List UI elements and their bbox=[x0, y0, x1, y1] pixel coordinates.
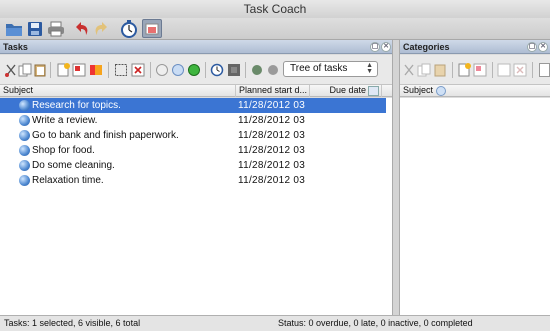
task-subject: Go to bank and finish paperwork. bbox=[32, 130, 179, 141]
stop-icon[interactable] bbox=[227, 63, 241, 77]
categories-column-header: Subject bbox=[400, 85, 550, 97]
gray-dot-icon[interactable] bbox=[266, 63, 280, 77]
tasks-panel-close-icon[interactable]: ✕ bbox=[381, 42, 391, 52]
status-bar: Tasks: 1 selected, 6 visible, 6 total St… bbox=[0, 315, 550, 331]
status-right: Status: 0 overdue, 0 late, 0 inactive, 0… bbox=[278, 318, 473, 328]
task-subject: Write a review. bbox=[32, 115, 98, 126]
blue-circle-icon[interactable] bbox=[171, 63, 185, 77]
color-icon[interactable] bbox=[89, 63, 103, 77]
task-subject: Shop for food. bbox=[32, 145, 95, 156]
task-subject: Do some cleaning. bbox=[32, 160, 115, 171]
task-status-icon bbox=[19, 130, 30, 141]
task-planned-start: 11/28/2012 03 bbox=[238, 115, 306, 126]
task-subject: Research for topics. bbox=[32, 100, 121, 111]
view-mode-value: Tree of tasks bbox=[290, 63, 348, 74]
view-mode-select[interactable]: Tree of tasks ▲ ▼ bbox=[283, 61, 378, 77]
tasks-column-header: Subject Planned start d... Due date bbox=[0, 85, 392, 97]
delete-category-icon[interactable] bbox=[513, 63, 527, 77]
category-cut-icon[interactable] bbox=[402, 63, 416, 77]
category-copy-icon[interactable] bbox=[417, 63, 431, 77]
categories-panel-title: Categories bbox=[403, 42, 450, 52]
paste-icon[interactable] bbox=[33, 63, 47, 77]
table-row[interactable]: Go to bank and finish paperwork. 11/28/20… bbox=[0, 128, 386, 143]
task-planned-start: 11/28/2012 03 bbox=[238, 145, 306, 156]
task-planned-start: 11/28/2012 03 bbox=[238, 160, 306, 171]
tasks-panel-header: Tasks ▢ ✕ bbox=[0, 40, 392, 54]
categories-toolbar bbox=[400, 55, 550, 85]
panel-splitter[interactable] bbox=[392, 40, 400, 315]
task-status-icon bbox=[19, 160, 30, 171]
main-toolbar bbox=[0, 18, 550, 40]
categories-panel-header: Categories ▢ ✕ bbox=[400, 40, 550, 54]
edit-category-icon[interactable] bbox=[497, 63, 511, 77]
task-status-icon bbox=[19, 115, 30, 126]
open-icon[interactable] bbox=[4, 19, 24, 38]
cut-icon[interactable] bbox=[4, 63, 18, 77]
print-icon[interactable] bbox=[46, 19, 66, 38]
tasks-panel-title: Tasks bbox=[3, 42, 28, 52]
task-planned-start: 11/28/2012 03 bbox=[238, 175, 306, 186]
category-paste-icon[interactable] bbox=[433, 63, 447, 77]
stopwatch-icon[interactable] bbox=[119, 19, 139, 38]
delete-icon[interactable] bbox=[131, 63, 145, 77]
categories-panel-maximize-icon[interactable]: ▢ bbox=[527, 42, 537, 52]
green-dot-icon[interactable] bbox=[250, 63, 264, 77]
column-subject[interactable]: Subject bbox=[0, 85, 236, 97]
category-list bbox=[400, 98, 550, 315]
window-icon[interactable] bbox=[142, 19, 162, 38]
window-titlebar: Task Coach bbox=[0, 0, 550, 20]
new-subcategory-icon[interactable] bbox=[473, 63, 487, 77]
task-subject: Relaxation time. bbox=[32, 175, 104, 186]
task-planned-start: 11/28/2012 03 bbox=[238, 100, 306, 111]
table-row[interactable]: Research for topics. 11/28/2012 03 bbox=[0, 98, 386, 113]
green-circle-icon[interactable] bbox=[187, 63, 201, 77]
save-icon[interactable] bbox=[25, 19, 45, 38]
new-category-icon[interactable] bbox=[457, 63, 471, 77]
categories-panel-close-icon[interactable]: ✕ bbox=[538, 42, 548, 52]
sort-ascending-icon[interactable] bbox=[436, 86, 446, 96]
new-task-icon[interactable] bbox=[56, 63, 70, 77]
select-all-icon[interactable] bbox=[114, 63, 128, 77]
edit-icon[interactable] bbox=[72, 63, 86, 77]
gray-circle-icon[interactable] bbox=[155, 63, 169, 77]
sort-indicator-icon[interactable] bbox=[368, 86, 379, 96]
chevron-updown-icon: ▲ ▼ bbox=[366, 62, 373, 75]
window-title: Task Coach bbox=[243, 2, 307, 16]
category-filter-icon[interactable] bbox=[539, 63, 550, 77]
table-row[interactable]: Relaxation time. 11/28/2012 03 bbox=[0, 173, 386, 188]
clock-icon[interactable] bbox=[210, 63, 224, 77]
copy-icon[interactable] bbox=[18, 63, 32, 77]
task-planned-start: 11/28/2012 03 bbox=[238, 130, 306, 141]
task-status-icon bbox=[19, 100, 30, 111]
column-planned-start[interactable]: Planned start d... bbox=[236, 85, 310, 97]
undo-icon[interactable] bbox=[71, 19, 91, 38]
redo-icon[interactable] bbox=[92, 19, 112, 38]
task-status-icon bbox=[19, 175, 30, 186]
task-status-icon bbox=[19, 145, 30, 156]
table-row[interactable]: Shop for food. 11/28/2012 03 bbox=[0, 143, 386, 158]
tasks-panel-maximize-icon[interactable]: ▢ bbox=[370, 42, 380, 52]
task-list-empty-area bbox=[0, 191, 392, 315]
category-column-subject[interactable]: Subject bbox=[400, 85, 550, 97]
table-row[interactable]: Write a review. 11/28/2012 03 bbox=[0, 113, 386, 128]
table-row[interactable]: Do some cleaning. 11/28/2012 03 bbox=[0, 158, 386, 173]
status-left: Tasks: 1 selected, 6 visible, 6 total bbox=[4, 318, 141, 328]
